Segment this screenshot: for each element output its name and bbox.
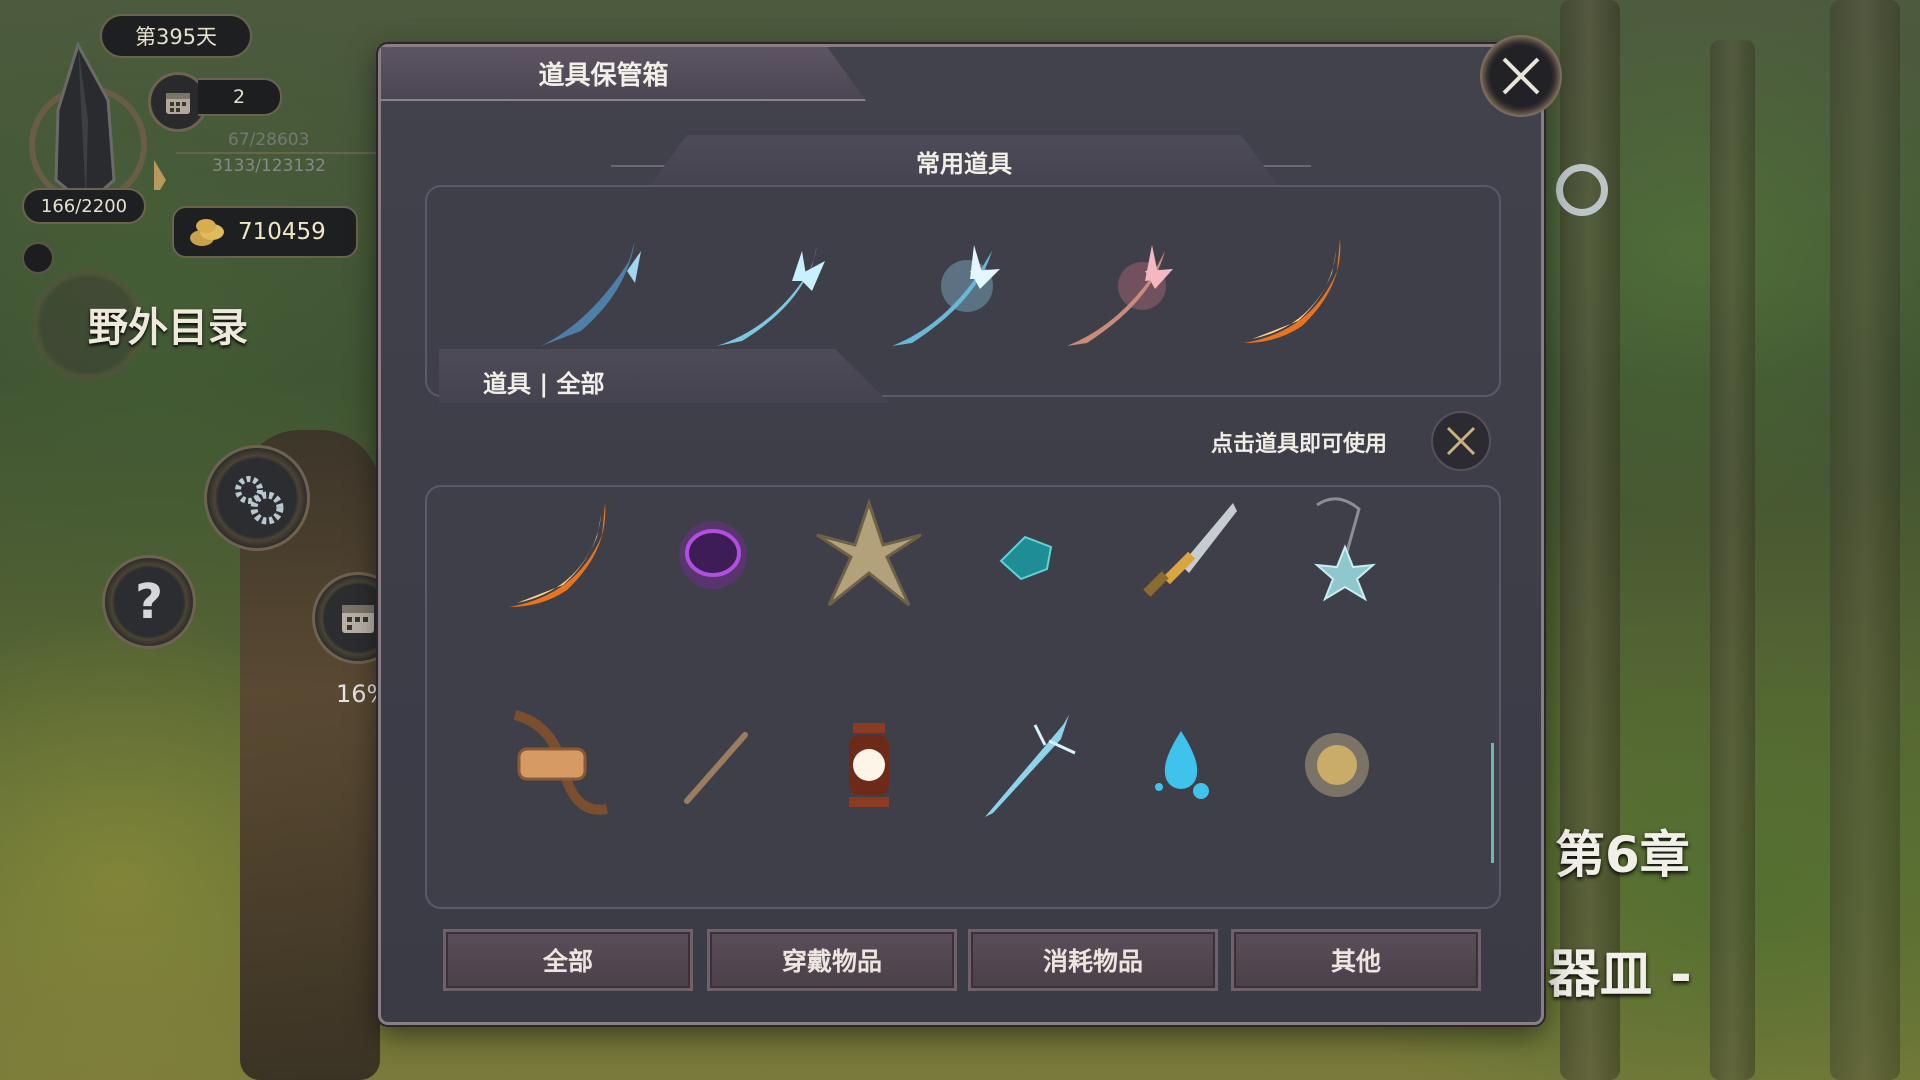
items-scrollbar[interactable] (1491, 743, 1494, 863)
item-slot[interactable] (653, 495, 773, 615)
common-item-slot[interactable] (531, 231, 651, 351)
item-slot[interactable] (965, 495, 1085, 615)
help-button[interactable]: ? (102, 555, 196, 649)
item-slot[interactable] (653, 705, 773, 825)
panel-title: 道具保管箱 (538, 60, 669, 91)
flame-blade-icon (1244, 239, 1341, 343)
flame-blade-icon (509, 503, 606, 607)
calendar-icon (166, 93, 190, 114)
item-slot[interactable] (497, 495, 617, 615)
common-item-slot[interactable] (882, 231, 1002, 351)
golden-sword-icon (1143, 503, 1237, 597)
close-icon (1446, 426, 1476, 456)
tree-trunk (1830, 0, 1900, 1080)
ice-blade-icon (985, 715, 1076, 817)
stat-line-1: 67/28603 (228, 130, 310, 150)
tab-consumables[interactable]: 消耗物品 (968, 929, 1218, 991)
items-section-header: 道具 | 全部 (439, 349, 889, 403)
tab-wearables-label: 穿戴物品 (781, 947, 882, 976)
star-amulet-icon (1313, 497, 1377, 602)
tab-consumables-label: 消耗物品 (1042, 947, 1143, 976)
wild-catalog-label[interactable]: 野外目录 (88, 295, 248, 353)
crystal-emblem[interactable] (26, 40, 166, 207)
stat-divider (176, 152, 376, 154)
close-icon (1502, 57, 1540, 95)
chapter-subtitle: 器皿 - (1548, 945, 1692, 1005)
common-item-slot[interactable] (707, 231, 827, 351)
common-items-header: 常用道具 (649, 135, 1279, 187)
gold-coins-icon (190, 219, 224, 246)
tab-wearables[interactable]: 穿戴物品 (707, 929, 957, 991)
items-section-title: 道具 | 全部 (483, 369, 605, 398)
chapter-title: 第6章 (1555, 826, 1690, 884)
frost-wing-blade-icon (717, 246, 825, 346)
calendar-icon (342, 605, 374, 633)
tab-all-label: 全部 (542, 947, 593, 976)
leather-belt-icon (513, 710, 608, 815)
tab-other[interactable]: 其他 (1231, 929, 1481, 991)
gold-counter: 710459 (172, 206, 358, 258)
panel-title-tab: 道具保管箱 (381, 47, 866, 101)
common-items-title: 常用道具 (916, 149, 1012, 178)
map-pin-icon[interactable] (1556, 164, 1608, 216)
use-hint: 点击道具即可使用 (1211, 432, 1388, 457)
ice-feather-blade-icon (541, 241, 641, 346)
tab-all[interactable]: 全部 (443, 929, 693, 991)
item-slot[interactable] (809, 495, 929, 615)
common-item-slot[interactable] (1057, 231, 1177, 351)
tab-other-label: 其他 (1330, 947, 1381, 976)
items-grid-box (425, 485, 1501, 909)
common-item-slot[interactable] (1232, 231, 1352, 351)
crystal-progress-text: 166/2200 (40, 195, 128, 217)
gold-amount: 710459 (238, 219, 326, 245)
purple-orb-icon (679, 521, 747, 589)
item-slot[interactable] (1121, 705, 1241, 825)
panel-close-button[interactable] (1480, 35, 1562, 117)
question-icon: ? (135, 574, 163, 630)
gears-icon (235, 476, 284, 525)
wooden-cross-icon (816, 498, 922, 607)
crimson-ice-blade-icon (1067, 245, 1173, 346)
item-slot[interactable] (809, 705, 929, 825)
tree-trunk (1560, 0, 1620, 1080)
status-dot (22, 242, 54, 274)
tree-trunk (1710, 40, 1755, 1080)
use-hint-close-button[interactable] (1431, 411, 1491, 471)
item-slot[interactable] (497, 705, 617, 825)
crystal-frost-blade-icon (892, 245, 1000, 346)
item-slot[interactable] (1277, 705, 1397, 825)
item-storage-panel: 道具保管箱 常用道具 道具 | 全部 点击道具即可使用 全部 穿戴物品 消耗物品… (378, 44, 1544, 1025)
crystal-icon (29, 41, 166, 207)
item-slot[interactable] (1277, 495, 1397, 615)
item-slot[interactable] (965, 705, 1085, 825)
wooden-stick-icon (684, 732, 748, 804)
water-drop-icon (1155, 731, 1209, 799)
settings-button[interactable] (204, 445, 310, 551)
item-slot[interactable] (1121, 495, 1241, 615)
teal-gem-icon (999, 535, 1053, 581)
lantern-icon (849, 723, 889, 807)
crystal-progress: 166/2200 (22, 188, 146, 224)
calendar-count: 2 (198, 78, 282, 116)
calendar-count-text: 2 (232, 86, 246, 108)
golden-dust-icon (1305, 733, 1369, 797)
stat-line-2: 3133/123132 (212, 156, 326, 176)
